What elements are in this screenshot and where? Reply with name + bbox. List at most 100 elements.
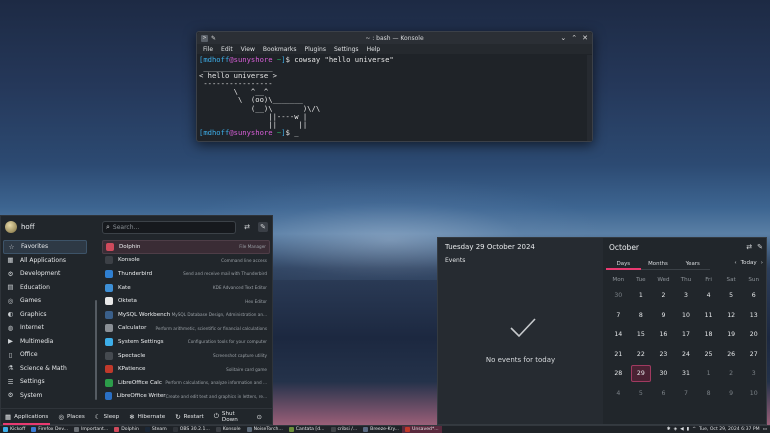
menu-bookmarks[interactable]: Bookmarks (263, 46, 297, 53)
calendar-day[interactable]: 4 (607, 384, 630, 404)
minimize-icon[interactable]: ⌄ (560, 34, 566, 42)
close-icon[interactable]: ✕ (582, 34, 588, 42)
calendar-day[interactable]: 5 (720, 286, 743, 306)
category-internet[interactable]: ◍ Internet (3, 321, 87, 335)
taskbar-item[interactable]: Important... (71, 426, 111, 433)
calendar-day[interactable]: 11 (697, 306, 720, 326)
today-button[interactable]: Today (741, 260, 757, 266)
pin-icon[interactable]: ✎ (211, 35, 216, 42)
clock[interactable]: Tue, Oct 29, 2024 6:37 PM (699, 427, 760, 432)
pin-icon[interactable]: ✎ (757, 243, 763, 251)
more-options-button[interactable]: ⊙ (257, 413, 262, 421)
taskbar-item[interactable]: Kickoff (0, 426, 29, 433)
calendar-day[interactable]: 1 (697, 364, 720, 384)
show-desktop-icon[interactable]: ▭ (763, 427, 767, 432)
calendar-day[interactable]: 6 (652, 384, 675, 404)
konsole-app-icon[interactable]: > (201, 34, 208, 42)
konsole-window[interactable]: > ✎ ~ : bash — Konsole ⌄ ⌃ ✕ File Edit V… (196, 31, 593, 142)
menu-plugins[interactable]: Plugins (304, 46, 326, 53)
calendar-day[interactable]: 22 (630, 345, 653, 365)
configure-icon[interactable]: ⇄ (242, 222, 252, 232)
tab-days[interactable]: Days (606, 260, 641, 270)
calendar-day[interactable]: 9 (652, 306, 675, 326)
category-graphics[interactable]: ◐ Graphics (3, 308, 87, 322)
app-item[interactable]: Spectacle Screenshot capture utility (102, 349, 270, 363)
calendar-day[interactable]: 4 (697, 286, 720, 306)
calendar-day[interactable]: 3 (675, 286, 698, 306)
calendar-day[interactable]: 2 (720, 364, 743, 384)
app-item[interactable]: Dolphin File Manager (102, 240, 270, 254)
terminal-scrollbar[interactable] (587, 55, 592, 141)
bluetooth-icon[interactable]: ✱ (667, 427, 671, 432)
calendar-day[interactable]: 28 (607, 364, 630, 384)
tab-months[interactable]: Months (640, 260, 676, 270)
calendar-day[interactable]: 7 (607, 306, 630, 326)
category-all-applications[interactable]: ▦ All Applications (3, 254, 87, 268)
category-development[interactable]: ⚙ Development (3, 267, 87, 281)
calendar-day[interactable]: 2 (652, 286, 675, 306)
calendar-day[interactable]: 3 (742, 364, 765, 384)
restart-button[interactable]: ↻ Restart (175, 413, 204, 421)
app-item[interactable]: LibreOffice Writer Create and edit text a… (102, 390, 270, 404)
calendar-day[interactable]: 19 (720, 325, 743, 345)
calendar-day[interactable]: 30 (607, 286, 630, 306)
calendar-day[interactable]: 25 (697, 345, 720, 365)
calendar-day[interactable]: 30 (652, 364, 675, 384)
configure-icon[interactable]: ⇄ (746, 243, 752, 251)
konsole-titlebar[interactable]: > ✎ ~ : bash — Konsole ⌄ ⌃ ✕ (197, 32, 592, 44)
calendar-day[interactable]: 7 (675, 384, 698, 404)
app-item[interactable]: Okteta Hex Editor (102, 294, 270, 308)
menu-settings[interactable]: Settings (334, 46, 359, 53)
calendar-day[interactable]: 8 (630, 306, 653, 326)
hibernate-button[interactable]: ❄ Hibernate (129, 413, 165, 421)
calendar-day[interactable]: 20 (742, 325, 765, 345)
menu-file[interactable]: File (203, 46, 213, 53)
calendar-day[interactable]: 18 (697, 325, 720, 345)
calendar-day[interactable]: 26 (720, 345, 743, 365)
sleep-button[interactable]: ☾ Sleep (95, 413, 119, 421)
chevron-left-icon[interactable]: ‹ (734, 260, 736, 266)
tab-places[interactable]: ◎ Places (58, 413, 84, 421)
taskbar-item[interactable]: Dolphin (111, 426, 142, 433)
category-favorites[interactable]: ☆ Favorites (3, 240, 87, 254)
taskbar-item[interactable]: Steam (142, 426, 170, 433)
taskbar-item[interactable]: NoiseTorch... (244, 426, 286, 433)
search-input[interactable]: ⌕ Search... (102, 221, 236, 234)
calendar-day[interactable]: 10 (742, 384, 765, 404)
calendar-day[interactable]: 9 (720, 384, 743, 404)
calendar-day[interactable]: 8 (697, 384, 720, 404)
calendar-day[interactable]: 16 (652, 325, 675, 345)
calendar-day[interactable]: 14 (607, 325, 630, 345)
pin-icon[interactable]: ✎ (258, 222, 268, 232)
calendar-day[interactable]: 10 (675, 306, 698, 326)
taskbar-item[interactable]: Konsole (213, 426, 244, 433)
category-science-math[interactable]: ⚗ Science & Math (3, 362, 87, 376)
calendar-day[interactable]: 6 (742, 286, 765, 306)
category-multimedia[interactable]: ▶ Multimedia (3, 335, 87, 349)
app-item[interactable]: MySQL Workbench MySQL Database Design, Ad… (102, 308, 270, 322)
menu-help[interactable]: Help (367, 46, 381, 53)
taskbar-item[interactable]: Breeze-Kry... (360, 426, 402, 433)
shutdown-button[interactable]: ⏻ Shut Down (214, 411, 247, 423)
tab-applications[interactable]: ▦ Applications (2, 413, 51, 425)
maximize-icon[interactable]: ⌃ (571, 34, 577, 42)
category-scrollbar[interactable] (95, 300, 97, 400)
taskbar-item[interactable]: Unsaved*... (402, 426, 442, 433)
calendar-day[interactable]: 12 (720, 306, 743, 326)
calendar-day[interactable]: 21 (607, 345, 630, 365)
tab-years[interactable]: Years (675, 260, 711, 270)
calendar-day[interactable]: 24 (675, 345, 698, 365)
network-icon[interactable]: ◈ (674, 427, 678, 432)
calendar-day[interactable]: 5 (630, 384, 653, 404)
taskbar-item[interactable]: cribsi /... (328, 426, 361, 433)
chevron-up-icon[interactable]: ^ (692, 427, 696, 432)
terminal-output[interactable]: [mdhoff@sunyshore ~]$ cowsay "hello univ… (197, 55, 586, 141)
category-education[interactable]: ▤ Education (3, 281, 87, 295)
calendar-day[interactable]: 17 (675, 325, 698, 345)
calendar-day[interactable]: 1 (630, 286, 653, 306)
menu-edit[interactable]: Edit (221, 46, 233, 53)
app-item[interactable]: LibreOffice Calc Perform calculations, an… (102, 376, 270, 390)
category-games[interactable]: ◎ Games (3, 294, 87, 308)
menu-view[interactable]: View (241, 46, 255, 53)
app-item[interactable]: KPatience Solitaire card game (102, 362, 270, 376)
